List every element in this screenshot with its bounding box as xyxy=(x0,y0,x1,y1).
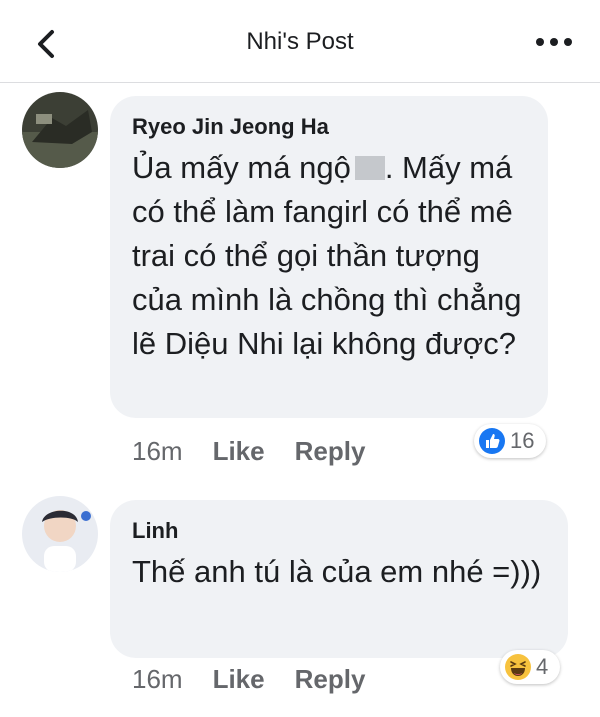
like-reaction-icon xyxy=(479,428,505,454)
comment-actions: 16m Like Reply xyxy=(132,664,395,695)
comment-author[interactable]: Ryeo Jin Jeong Ha xyxy=(132,114,526,140)
reaction-count: 4 xyxy=(536,654,549,679)
comment-time: 16m xyxy=(132,664,183,694)
comment-author[interactable]: Linh xyxy=(132,518,546,544)
comment-time: 16m xyxy=(132,436,183,466)
reply-button[interactable]: Reply xyxy=(295,436,366,466)
comment-text: Thế anh tú là của em nhé =))) xyxy=(132,554,542,589)
comment-bubble: Linh Thế anh tú là của em nhé =))) xyxy=(110,500,568,658)
avatar[interactable] xyxy=(22,496,98,572)
post-header: Nhi's Post xyxy=(0,0,600,83)
reply-button[interactable]: Reply xyxy=(295,664,366,694)
avatar[interactable] xyxy=(22,92,98,168)
reaction-count: 16 xyxy=(510,428,535,453)
like-button[interactable]: Like xyxy=(213,664,265,694)
haha-reaction-icon xyxy=(505,654,531,680)
censor-block xyxy=(354,156,385,180)
comment-text: Ủa mấy má ngộ. Mấy má có thể làm fangirl… xyxy=(132,150,522,361)
reaction-summary[interactable]: 4 xyxy=(500,650,560,684)
comment-actions: 16m Like Reply xyxy=(132,436,395,467)
reaction-summary[interactable]: 16 xyxy=(474,424,546,458)
more-dots-icon[interactable] xyxy=(534,36,574,48)
comment-bubble: Ryeo Jin Jeong Ha Ủa mấy má ngộ. Mấy má … xyxy=(110,96,548,418)
page-title: Nhi's Post xyxy=(246,28,354,55)
like-button[interactable]: Like xyxy=(213,436,265,466)
